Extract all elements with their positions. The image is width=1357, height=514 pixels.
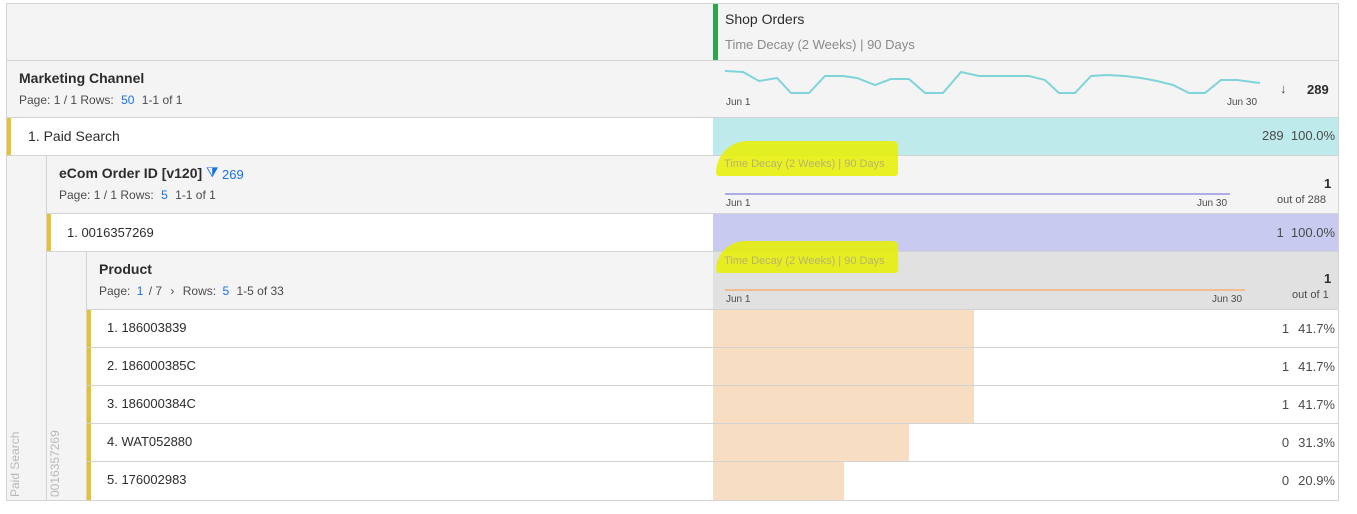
rows-selector[interactable]: 50 [121, 93, 134, 107]
row-percent: 41.7% [1298, 359, 1335, 374]
row-value: 1 41.7% [1282, 359, 1335, 374]
row-label[interactable]: 2. 186000385C [107, 358, 196, 373]
ghost-attribution: Time Decay (2 Weeks) | 90 Days [724, 255, 885, 267]
row-percent: 31.3% [1298, 435, 1335, 450]
page-label: Page: 1 / 1 Rows: [19, 93, 114, 107]
row-label[interactable]: 1. 186003839 [107, 320, 187, 335]
row-label[interactable]: 1. 0016357269 [67, 225, 154, 240]
rows-selector[interactable]: 5 [161, 188, 168, 202]
row-percent: 20.9% [1298, 473, 1335, 488]
total-out-of: out of 1 [1292, 289, 1329, 301]
metric-drag-handle[interactable] [713, 4, 718, 60]
metric-name[interactable]: Shop Orders [725, 11, 804, 27]
row-cell-bar [713, 310, 974, 347]
sparkline-trend [725, 193, 1230, 195]
row-count: 0 [1281, 473, 1290, 488]
filter-count[interactable]: 269 [222, 167, 244, 182]
trend-start-label: Jun 1 [726, 294, 751, 305]
sparkline-line [725, 70, 1260, 94]
product-header [87, 252, 713, 309]
metric-attribution: Time Decay (2 Weeks) | 90 Days [725, 37, 915, 52]
range-label: 1-1 of 1 [141, 93, 183, 107]
trend-end-label: Jun 30 [1212, 294, 1243, 305]
breakdown-label-inner: 0016357269 [48, 430, 62, 497]
row-breakdown-indicator [7, 118, 11, 155]
row-cell-bar [713, 348, 974, 385]
row-value: 1 41.7% [1282, 397, 1335, 412]
trend-start-label: Jun 1 [726, 97, 751, 108]
row-count: 1 [1281, 359, 1290, 374]
row-percent: 41.7% [1298, 321, 1335, 336]
row-value: 289 100.0% [1261, 128, 1335, 143]
dimension-title[interactable]: Product [99, 261, 152, 277]
row-indicator [87, 386, 91, 423]
next-page-icon[interactable]: › [170, 284, 174, 298]
sparkline-trend [725, 289, 1245, 291]
breakdown-label-outer: Paid Search [8, 431, 22, 497]
row-indicator [87, 310, 91, 347]
order-id-header [47, 156, 1338, 213]
column-total: 1 [1324, 271, 1332, 286]
row-label[interactable]: 1. Paid Search [28, 128, 120, 144]
dimension-title[interactable]: eCom Order ID [v120] [59, 165, 202, 181]
sparkline-trend [725, 70, 1260, 94]
row-label[interactable]: 4. WAT052880 [107, 434, 192, 449]
row-label[interactable]: 5. 176002983 [107, 472, 187, 487]
row-indicator [87, 348, 91, 385]
trend-end-label: Jun 30 [1227, 97, 1258, 108]
column-total: 289 [1307, 82, 1329, 97]
row-indicator [87, 462, 91, 500]
row-percent: 41.7% [1298, 397, 1335, 412]
row-count: 1 [1281, 321, 1290, 336]
row-value: 1 100.0% [1276, 225, 1335, 240]
page-current[interactable]: 1 [137, 284, 144, 298]
row-count: 0 [1281, 435, 1290, 450]
rows-label: Rows: [182, 284, 217, 298]
row-value: 1 41.7% [1282, 321, 1335, 336]
trend-end-label: Jun 30 [1197, 198, 1228, 209]
pagination-info: Page: 1 / 1 Rows: 50 1-1 of 1 [19, 93, 182, 107]
row-value: 0 31.3% [1282, 435, 1335, 450]
row-count: 1 [1281, 397, 1290, 412]
row-indicator [87, 424, 91, 461]
ghost-attribution: Time Decay (2 Weeks) | 90 Days [724, 158, 885, 170]
table-header [7, 4, 1338, 60]
page-total: / 7 [148, 284, 163, 298]
row-cell-bar [713, 386, 974, 423]
page-label: Page: [99, 284, 131, 298]
total-out-of: out of 288 [1277, 194, 1326, 206]
filter-icon[interactable]: ⧩ [206, 164, 219, 181]
row-breakdown-indicator [47, 214, 51, 251]
column-total: 1 [1324, 176, 1332, 191]
range-label: 1-5 of 33 [236, 284, 284, 298]
pagination-info: Page: 1 / 7 › Rows: 5 1-5 of 33 [99, 284, 284, 298]
row-label[interactable]: 3. 186000384C [107, 396, 196, 411]
dimension-title[interactable]: Marketing Channel [19, 70, 144, 86]
trend-start-label: Jun 1 [726, 198, 751, 209]
pagination-info: Page: 1 / 1 Rows: 5 1-1 of 1 [59, 188, 216, 202]
row-cell-bar [713, 462, 844, 500]
row-value: 0 20.9% [1282, 473, 1335, 488]
row-cell-bar [713, 424, 909, 461]
sort-descending-icon[interactable]: ↓ [1280, 81, 1287, 96]
range-label: 1-1 of 1 [175, 188, 216, 202]
rows-selector[interactable]: 5 [222, 284, 229, 298]
page-label: Page: 1 / 1 Rows: [59, 188, 154, 202]
